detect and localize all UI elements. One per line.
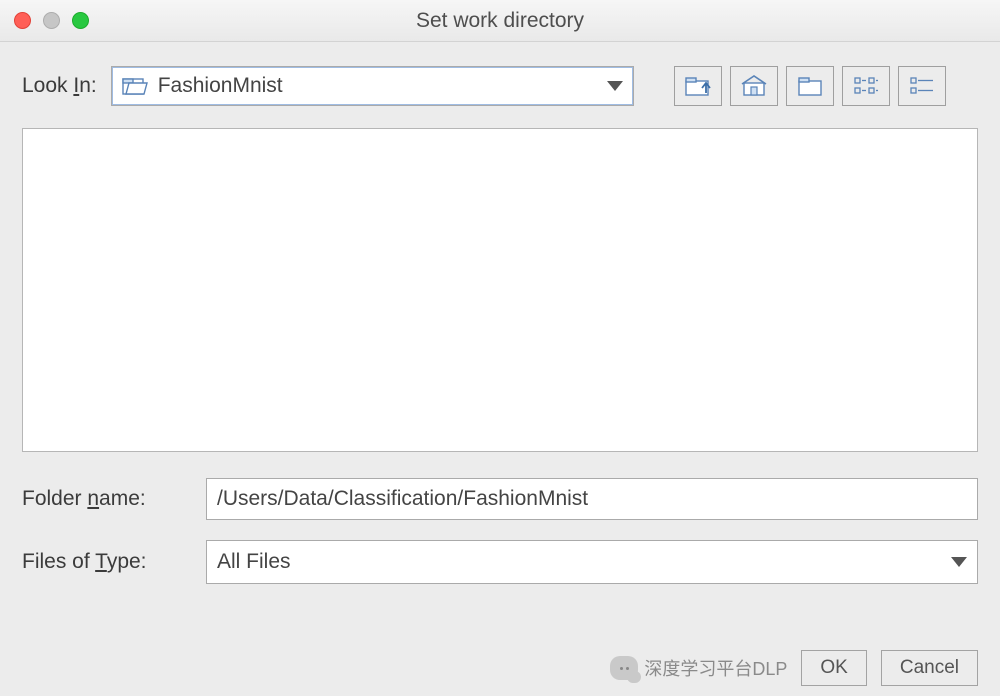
files-of-type-combo[interactable]: All Files [206,540,978,584]
folder-name-value: /Users/Data/Classification/FashionMnist [217,487,588,511]
files-of-type-label: Files of Type: [22,550,182,574]
chevron-down-icon [951,557,967,567]
file-list[interactable] [22,128,978,452]
cancel-button[interactable]: Cancel [881,650,978,686]
wechat-icon [610,656,638,680]
ok-label: OK [820,657,847,679]
files-of-type-label-post: ype: [107,550,147,573]
new-folder-button[interactable] [786,66,834,106]
folder-name-label-mnemonic: n [87,487,99,510]
look-in-combo[interactable]: FashionMnist [111,66,634,106]
close-window-button[interactable] [14,12,31,29]
folder-name-input[interactable]: /Users/Data/Classification/FashionMnist [206,478,978,520]
home-folder-icon [740,75,768,97]
folder-open-icon [122,76,148,96]
look-in-value: FashionMnist [158,74,283,98]
files-of-type-value: All Files [217,550,291,574]
maximize-window-button[interactable] [72,12,89,29]
new-folder-icon [796,75,824,97]
list-view-button[interactable] [842,66,890,106]
watermark-text: 深度学习平台DLP [644,655,787,681]
up-one-level-button[interactable] [674,66,722,106]
home-button[interactable] [730,66,778,106]
dialog-footer: 深度学习平台DLP OK Cancel [610,650,978,686]
details-view-icon [908,75,936,97]
chevron-down-icon [607,81,623,91]
titlebar: Set work directory [0,0,1000,42]
cancel-label: Cancel [900,657,959,679]
ok-button[interactable]: OK [801,650,866,686]
look-in-label-pre: Look [22,74,73,97]
window-title: Set work directory [0,9,1000,33]
window-controls [14,12,89,29]
files-of-type-label-mnemonic: T [95,550,107,573]
watermark: 深度学习平台DLP [610,655,787,681]
list-view-icon [852,75,880,97]
details-view-button[interactable] [898,66,946,106]
folder-name-label-post: ame: [99,487,146,510]
look-in-label: Look In: [22,74,97,98]
folder-name-label-pre: Folder [22,487,87,510]
folder-up-icon [684,75,712,97]
minimize-window-button[interactable] [43,12,60,29]
files-of-type-label-pre: Files of [22,550,95,573]
look-in-label-post: n: [79,74,97,97]
folder-name-label: Folder name: [22,487,182,511]
